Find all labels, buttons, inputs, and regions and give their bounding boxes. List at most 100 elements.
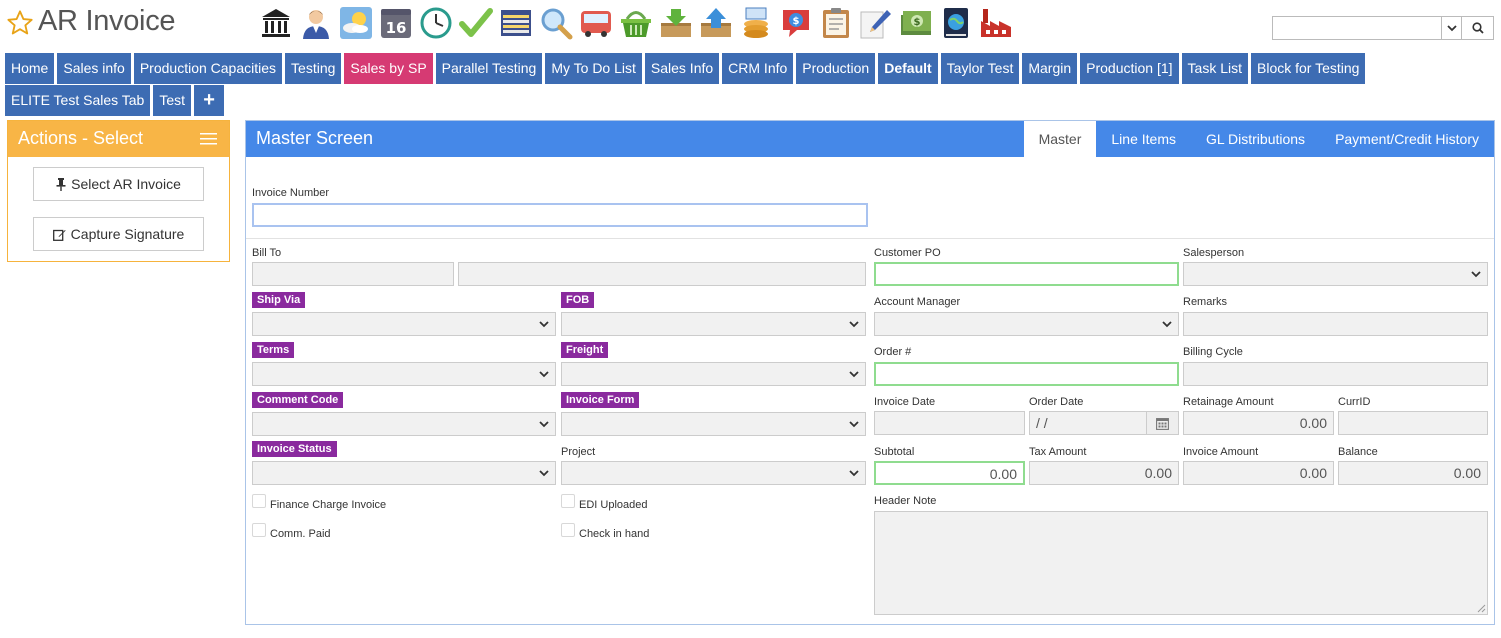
edit-icon [52, 229, 66, 241]
invoice-amount-field[interactable]: 0.00 [1183, 461, 1334, 485]
basket-icon[interactable] [618, 5, 654, 41]
chevron-down-icon [849, 421, 859, 428]
price-tag-icon[interactable]: $ [778, 5, 814, 41]
chevron-down-icon [849, 470, 859, 477]
tab-sales-by-sp[interactable]: Sales by SP [344, 53, 433, 84]
salesperson-select[interactable] [1183, 262, 1488, 286]
tab-production[interactable]: Production [796, 53, 876, 84]
resize-handle-icon[interactable] [1477, 604, 1486, 613]
tab-production-1[interactable]: Production [1] [1080, 53, 1179, 84]
check-in-hand-checkbox[interactable] [561, 523, 575, 537]
comm-paid-checkbox[interactable] [252, 523, 266, 537]
account-manager-select[interactable] [874, 312, 1179, 336]
tab-master[interactable]: Master [1023, 121, 1097, 157]
inbox-download-icon[interactable] [658, 5, 694, 41]
order-date-picker-button[interactable] [1146, 411, 1179, 435]
invoice-form-select[interactable] [561, 412, 866, 436]
bill-to-name-field[interactable] [458, 262, 866, 286]
terms-select[interactable] [252, 362, 556, 386]
calendar-day: 16 [386, 19, 407, 37]
calendar-picker-icon [1156, 417, 1169, 430]
money-stack-icon[interactable] [738, 5, 774, 41]
favorite-star-icon[interactable] [6, 9, 34, 37]
curr-id-field[interactable] [1338, 411, 1488, 435]
weather-icon[interactable] [338, 5, 374, 41]
salesperson-label: Salesperson [1183, 247, 1245, 259]
tax-amount-field[interactable]: 0.00 [1029, 461, 1179, 485]
project-select[interactable] [561, 461, 866, 485]
bill-to-code-field[interactable] [252, 262, 454, 286]
pencil-icon[interactable] [858, 5, 894, 41]
magnifier-icon[interactable] [538, 5, 574, 41]
clock-icon[interactable] [418, 5, 454, 41]
factory-icon[interactable] [978, 5, 1014, 41]
invoice-status-select[interactable] [252, 461, 556, 485]
tab-sales-info[interactable]: Sales info [57, 53, 131, 84]
master-panel: Master Screen Master Line Items GL Distr… [245, 120, 1495, 625]
spreadsheet-icon[interactable] [498, 5, 534, 41]
bank-icon[interactable] [258, 5, 294, 41]
finance-charge-invoice-checkbox[interactable] [252, 494, 266, 508]
subtotal-field[interactable]: 0.00 [874, 461, 1025, 485]
tab-line-items[interactable]: Line Items [1096, 121, 1191, 157]
billing-cycle-field[interactable] [1183, 362, 1488, 386]
select-ar-invoice-button[interactable]: Select AR Invoice [33, 167, 204, 201]
edi-uploaded-checkbox[interactable] [561, 494, 575, 508]
tab-testing[interactable]: Testing [285, 53, 342, 84]
globe-book-icon[interactable] [938, 5, 974, 41]
customer-po-field[interactable] [874, 262, 1179, 286]
hamburger-menu-icon[interactable] [200, 132, 217, 146]
search-button[interactable] [1461, 17, 1493, 39]
tab-payment-credit-history[interactable]: Payment/Credit History [1320, 121, 1494, 157]
chevron-down-icon [539, 421, 549, 428]
tab-test[interactable]: Test [153, 85, 192, 116]
tab-my-to-do-list[interactable]: My To Do List [545, 53, 642, 84]
freight-select[interactable] [561, 362, 866, 386]
retainage-amount-field[interactable]: 0.00 [1183, 411, 1334, 435]
user-icon[interactable] [298, 5, 334, 41]
fob-label: FOB [561, 292, 595, 308]
tab-task-list[interactable]: Task List [1181, 53, 1248, 84]
chevron-down-icon [1162, 321, 1172, 328]
tab-home[interactable]: Home [5, 53, 55, 84]
tab-default[interactable]: Default [878, 53, 938, 84]
tab-block-for-testing[interactable]: Block for Testing [1251, 53, 1366, 84]
add-tab-button[interactable]: + [194, 85, 225, 116]
header-note-label: Header Note [874, 495, 937, 507]
tab-sales-info-2[interactable]: Sales Info [644, 53, 720, 84]
truck-icon[interactable] [578, 5, 614, 41]
comment-code-select[interactable] [252, 412, 556, 436]
order-date-field[interactable]: / / [1029, 411, 1147, 435]
tab-margin[interactable]: Margin [1022, 53, 1078, 84]
checkmark-icon[interactable] [458, 5, 494, 41]
invoice-date-field[interactable] [874, 411, 1025, 435]
tab-gl-distributions[interactable]: GL Distributions [1191, 121, 1320, 157]
search-input[interactable] [1273, 17, 1441, 39]
tab-taylor-test[interactable]: Taylor Test [940, 53, 1020, 84]
invoice-number-field[interactable] [252, 203, 868, 227]
outbox-upload-icon[interactable] [698, 5, 734, 41]
search-dropdown-toggle[interactable] [1441, 17, 1461, 39]
tab-elite-test-sales-tab[interactable]: ELITE Test Sales Tab [5, 85, 151, 116]
chevron-down-icon [849, 321, 859, 328]
tab-production-capacities[interactable]: Production Capacities [133, 53, 283, 84]
tab-parallel-testing[interactable]: Parallel Testing [435, 53, 543, 84]
fob-select[interactable] [561, 312, 866, 336]
capture-signature-label: Capture Signature [70, 226, 185, 242]
remarks-field[interactable] [1183, 312, 1488, 336]
balance-field[interactable]: 0.00 [1338, 461, 1488, 485]
order-no-field[interactable] [874, 362, 1179, 386]
cash-icon[interactable]: $ [898, 5, 934, 41]
search-icon [1471, 22, 1484, 34]
module-tabs: Home Sales info Production Capacities Te… [5, 53, 1495, 117]
balance-label: Balance [1338, 446, 1378, 458]
calendar-icon[interactable]: 16 [378, 5, 414, 41]
tab-crm-info[interactable]: CRM Info [722, 53, 794, 84]
ship-via-select[interactable] [252, 312, 556, 336]
header-note-textarea[interactable] [874, 511, 1488, 615]
chevron-down-icon [539, 371, 549, 378]
svg-text:$: $ [793, 16, 800, 27]
capture-signature-button[interactable]: Capture Signature [33, 217, 204, 251]
tax-amount-label: Tax Amount [1029, 446, 1087, 458]
clipboard-icon[interactable] [818, 5, 854, 41]
